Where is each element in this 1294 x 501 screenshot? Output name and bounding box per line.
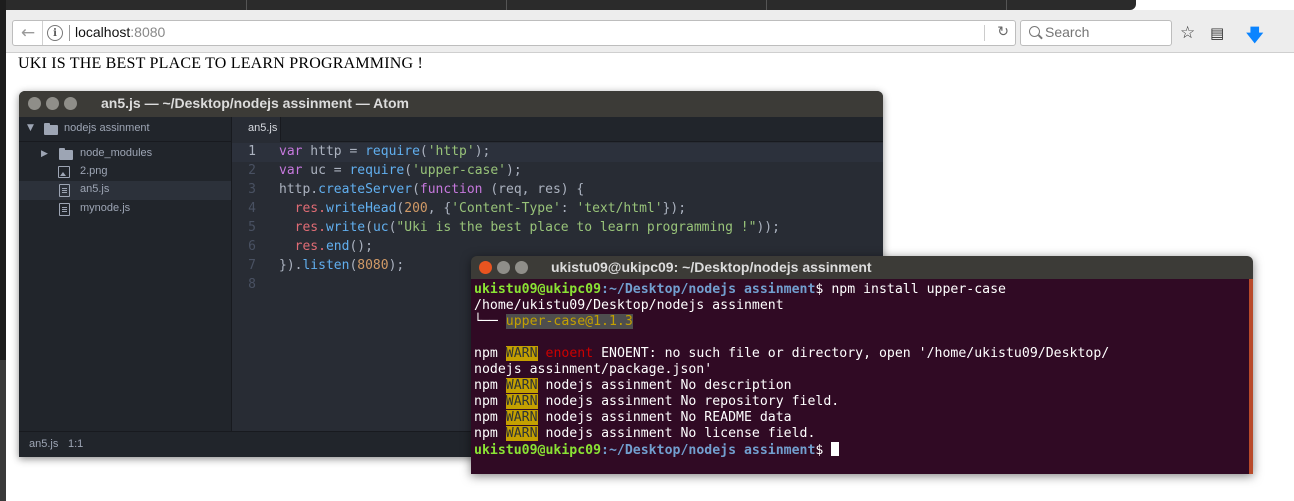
tab-separator bbox=[246, 0, 247, 10]
url-separator bbox=[69, 25, 70, 41]
download-icon[interactable]: 🡇 bbox=[1246, 23, 1263, 52]
back-arrow-icon[interactable]: ← bbox=[14, 21, 43, 45]
terminal-line: npm WARN nodejs assinment No repository … bbox=[474, 394, 840, 409]
reader-icon[interactable]: ▤ bbox=[1210, 24, 1224, 42]
tree-item-label: an5.js bbox=[80, 183, 110, 195]
terminal-line: npm WARN enoent ENOENT: no such file or … bbox=[474, 346, 1110, 361]
file-icon bbox=[59, 184, 70, 197]
reload-separator bbox=[984, 25, 985, 41]
tree-item-mynode-js[interactable]: mynode.js bbox=[19, 200, 231, 219]
url-port: :8080 bbox=[130, 24, 166, 40]
chevron-down-icon: ▼ bbox=[27, 123, 34, 133]
code-line[interactable]: 4 res.writeHead(200, {'Content-Type': 't… bbox=[232, 200, 883, 219]
line-number: 4 bbox=[248, 201, 256, 216]
tree-root[interactable]: ▼ nodejs assinment bbox=[19, 117, 231, 142]
tab-strip-remnant bbox=[6, 0, 1136, 10]
tab-an5-js[interactable]: an5.js bbox=[232, 117, 281, 142]
line-number: 5 bbox=[248, 220, 256, 235]
line-number: 3 bbox=[248, 182, 256, 197]
browser-toolbar: ← i localhost:8080 ↻ ☆ ▤ 🡇 bbox=[6, 10, 1294, 53]
line-number: 6 bbox=[248, 239, 256, 254]
image-file-icon bbox=[58, 166, 70, 178]
url-host: localhost bbox=[75, 24, 131, 40]
terminal-line: npm WARN nodejs assinment No license fie… bbox=[474, 426, 816, 441]
terminal-cursor bbox=[831, 442, 840, 456]
chevron-right-icon: ▶ bbox=[41, 148, 48, 158]
terminal-line: ukistu09@ukipc09:~/Desktop/nodejs assinm… bbox=[474, 442, 840, 458]
folder-icon bbox=[59, 148, 73, 160]
terminal-line: /home/ukistu09/Desktop/nodejs assinment bbox=[474, 298, 784, 313]
tab-separator bbox=[1006, 0, 1007, 10]
tab-separator bbox=[506, 0, 507, 10]
terminal-line: npm WARN nodejs assinment No README data bbox=[474, 410, 792, 425]
line-number: 1 bbox=[248, 144, 256, 159]
terminal-window: ukistu09@ukipc09: ~/Desktop/nodejs assin… bbox=[471, 256, 1253, 474]
terminal-line: ukistu09@ukipc09:~/Desktop/nodejs assinm… bbox=[474, 282, 1006, 297]
terminal-body[interactable]: ukistu09@ukipc09:~/Desktop/nodejs assinm… bbox=[471, 279, 1253, 474]
close-icon[interactable] bbox=[479, 261, 492, 274]
url-bar[interactable]: ← i localhost:8080 ↻ bbox=[12, 20, 1016, 46]
left-edge-gray bbox=[0, 360, 6, 501]
search-box[interactable] bbox=[1020, 20, 1172, 46]
maximize-icon[interactable] bbox=[515, 261, 528, 274]
left-edge-strip bbox=[0, 0, 6, 501]
page-heading: UKI IS THE BEST PLACE TO LEARN PROGRAMMI… bbox=[18, 55, 423, 72]
tree-item-label: node_modules bbox=[80, 147, 153, 159]
tree-item-node-modules[interactable]: ▶ node_modules bbox=[19, 145, 231, 164]
code-line[interactable]: 6 res.end(); bbox=[232, 238, 883, 257]
terminal-line: nodejs assinment/package.json' bbox=[474, 362, 713, 377]
reload-icon[interactable]: ↻ bbox=[997, 24, 1009, 40]
editor-tab-bar: an5.js bbox=[232, 117, 883, 142]
terminal-window-title: ukistu09@ukipc09: ~/Desktop/nodejs assin… bbox=[551, 259, 872, 275]
code-line[interactable]: 2 var uc = require('upper-case'); bbox=[232, 162, 883, 181]
maximize-icon[interactable] bbox=[64, 97, 77, 110]
close-icon[interactable] bbox=[28, 97, 41, 110]
tab-label: an5.js bbox=[248, 122, 278, 134]
file-icon bbox=[59, 203, 70, 216]
line-number: 2 bbox=[248, 163, 256, 178]
url-text[interactable]: localhost:8080 bbox=[75, 24, 165, 40]
minimize-icon[interactable] bbox=[46, 97, 59, 110]
search-input[interactable] bbox=[1045, 23, 1165, 41]
line-number: 8 bbox=[248, 277, 256, 292]
info-icon[interactable]: i bbox=[47, 25, 63, 41]
tree-item-2-png[interactable]: 2.png bbox=[19, 163, 231, 182]
code-line[interactable]: 5 res.write(uc("Uki is the best place to… bbox=[232, 219, 883, 238]
bookmark-star-icon[interactable]: ☆ bbox=[1180, 23, 1195, 43]
atom-title-bar[interactable]: an5.js — ~/Desktop/nodejs assinment — At… bbox=[19, 91, 883, 117]
minimize-icon[interactable] bbox=[497, 261, 510, 274]
tree-item-an5-js[interactable]: an5.js bbox=[19, 181, 231, 200]
line-number: 7 bbox=[248, 258, 256, 273]
terminal-line: └── upper-case@1.1.3 bbox=[474, 314, 633, 329]
code-line[interactable]: 3 http.createServer(function (req, res) … bbox=[232, 181, 883, 200]
status-file[interactable]: an5.js bbox=[29, 438, 58, 450]
tree-item-label: mynode.js bbox=[80, 202, 131, 214]
folder-icon bbox=[44, 123, 58, 135]
atom-window-title: an5.js — ~/Desktop/nodejs assinment — At… bbox=[101, 95, 409, 111]
code-line[interactable]: 1 var http = require('http'); bbox=[232, 143, 883, 162]
status-cursor-position[interactable]: 1:1 bbox=[68, 438, 83, 450]
terminal-line: npm WARN nodejs assinment No description bbox=[474, 378, 792, 393]
tree-view: ▼ nodejs assinment ▶ node_modules 2.png … bbox=[19, 117, 231, 431]
search-icon bbox=[1029, 26, 1040, 37]
tab-separator bbox=[766, 0, 767, 10]
terminal-title-bar[interactable]: ukistu09@ukipc09: ~/Desktop/nodejs assin… bbox=[471, 256, 1253, 279]
tree-item-label: 2.png bbox=[80, 165, 108, 177]
tree-root-label: nodejs assinment bbox=[64, 122, 150, 134]
